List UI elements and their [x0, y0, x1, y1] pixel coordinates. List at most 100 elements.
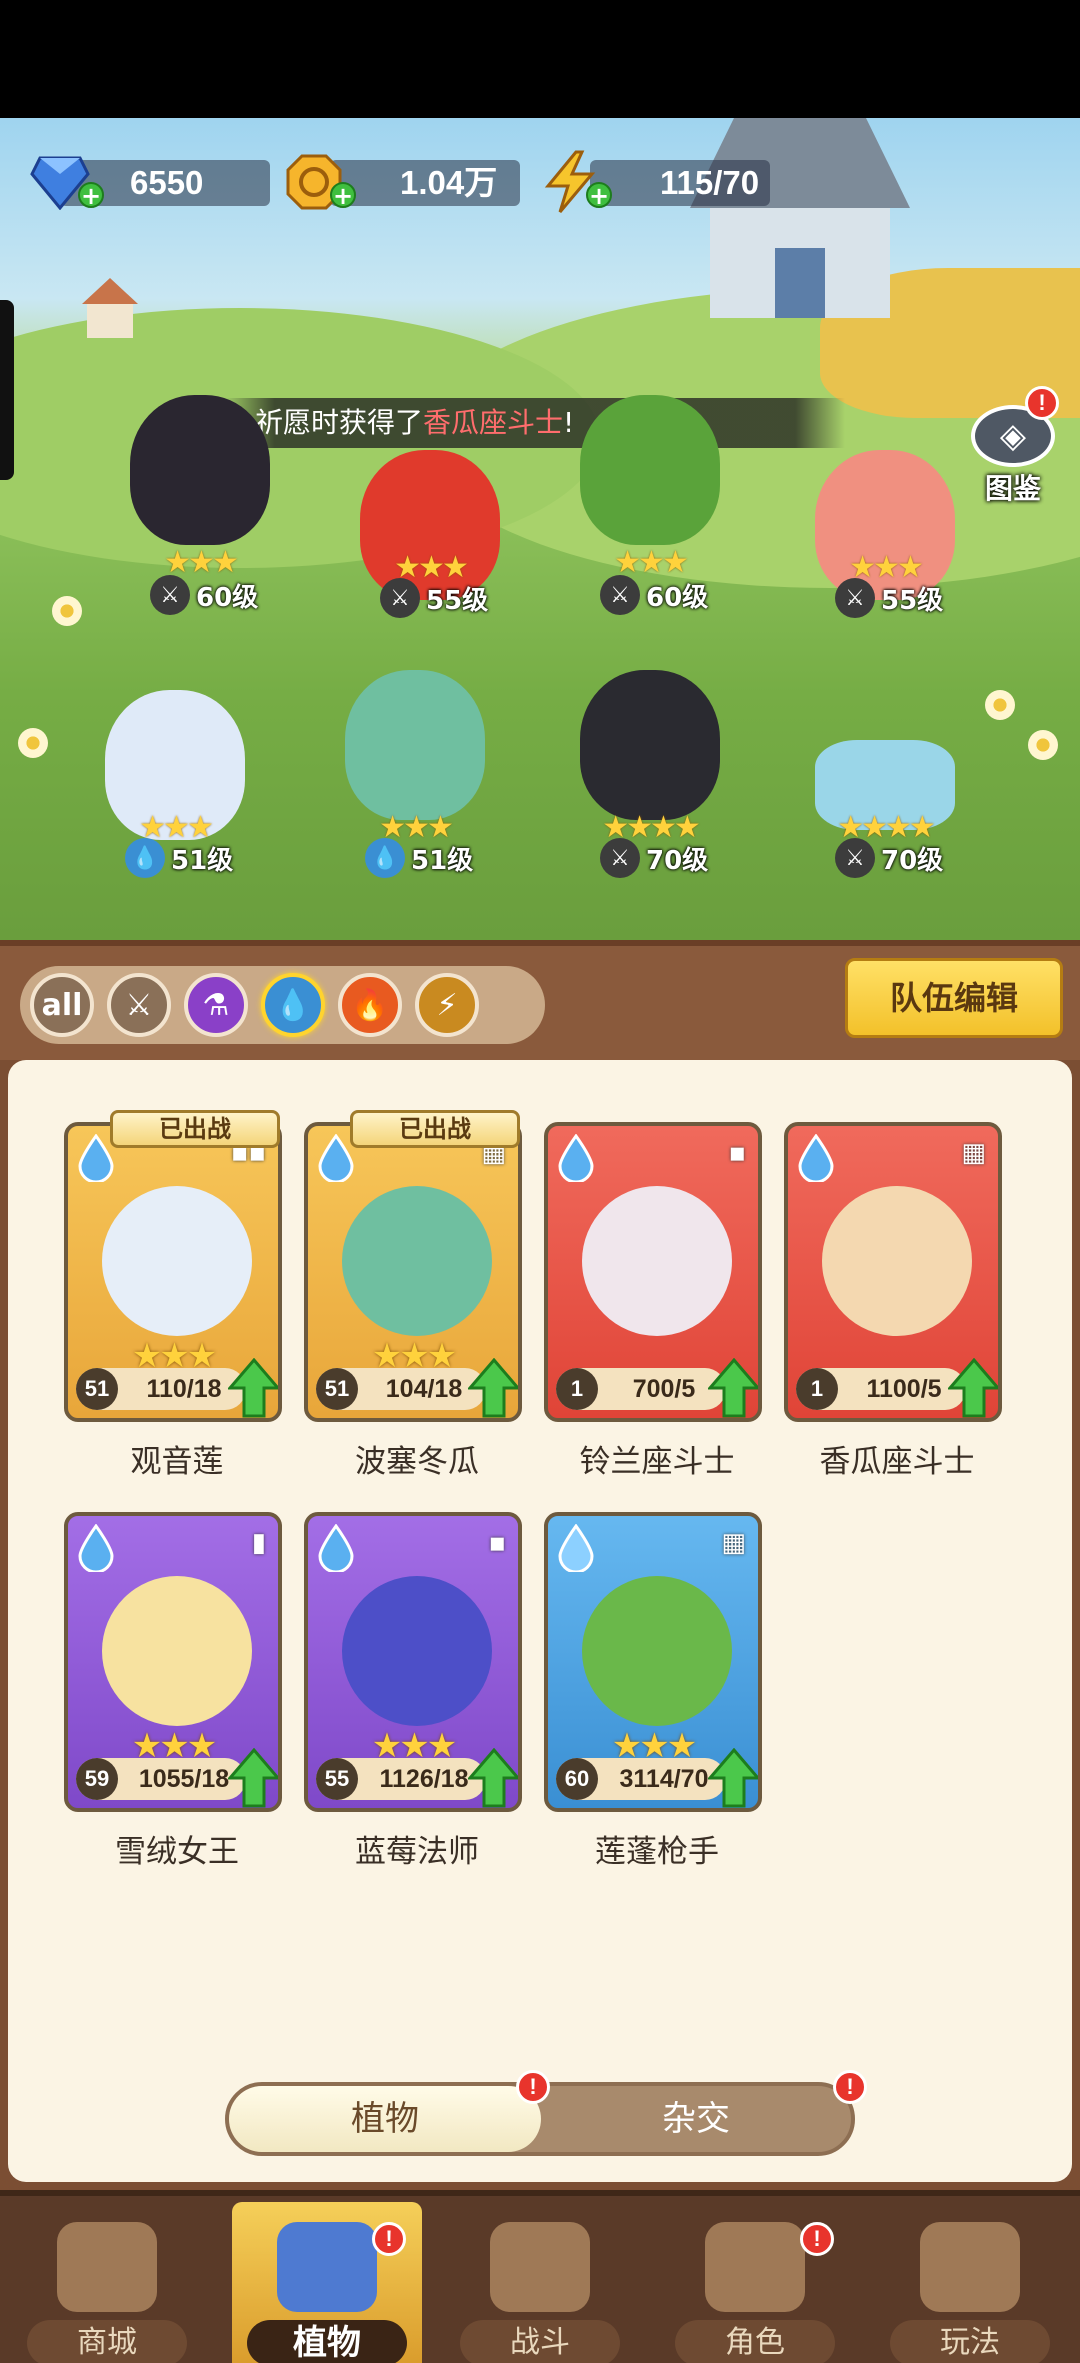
sword-icon: ⚔	[150, 575, 190, 615]
nav-label: 植物	[247, 2320, 407, 2363]
slot-icon: ▦	[721, 1528, 746, 1558]
upgrade-arrow-icon[interactable]	[466, 1747, 518, 1808]
water-drop-icon: 💧	[274, 987, 312, 1023]
nav-label: 商城	[27, 2320, 187, 2363]
progress-bar: 51 110/18	[76, 1368, 246, 1410]
coin-value: 1.04万	[400, 164, 498, 201]
progress-bar: 1 1100/5	[796, 1368, 966, 1410]
plant-card[interactable]: ▪ ★★★ 55 1126/18	[304, 1512, 522, 1812]
filter-lightning[interactable]: ⚡	[415, 973, 479, 1037]
upgrade-arrow-icon[interactable]	[706, 1357, 758, 1418]
plant-fragments: 110/18	[146, 1375, 222, 1403]
plant-level: 51	[76, 1368, 118, 1410]
field-unit[interactable]: ★★★ 💧 51级	[70, 680, 280, 910]
hybrid-tab-badge: !	[833, 2070, 867, 2104]
plant-fragments: 700/5	[632, 1375, 696, 1403]
plant-portrait	[582, 1576, 732, 1726]
all-icon: all	[41, 987, 83, 1023]
nav-battle[interactable]: 战斗	[445, 2202, 635, 2363]
progress-bar: 60 3114/70	[556, 1758, 726, 1800]
plant-portrait	[822, 1186, 972, 1336]
unit-level: 51级	[411, 845, 474, 876]
side-handle[interactable]	[0, 300, 14, 480]
filter-water[interactable]: 💧	[261, 973, 325, 1037]
plant-level: 60	[556, 1758, 598, 1800]
bottom-nav: 商城 植物 ! 战斗 角色 ! 玩法	[0, 2190, 1080, 2363]
add-coin-button[interactable]: +	[330, 182, 356, 208]
water-drop-icon: 💧	[125, 838, 165, 878]
sword-icon: ⚔	[835, 838, 875, 878]
shed	[82, 278, 138, 338]
field-unit[interactable]: ★★★ ⚔ 55级	[780, 440, 990, 670]
field-unit[interactable]: ★★★★ ⚔ 70级	[545, 660, 755, 890]
upgrade-arrow-icon[interactable]	[706, 1747, 758, 1808]
add-energy-button[interactable]: +	[586, 182, 612, 208]
field-unit[interactable]: ★★★ 💧 51级	[310, 660, 520, 890]
plant-card[interactable]: ▪▪ ★★★ 51 110/18	[64, 1122, 282, 1422]
unit-level: 55级	[881, 585, 944, 616]
flower	[18, 728, 48, 758]
plant-name: 香瓜座斗士	[819, 1444, 975, 1480]
plant-card[interactable]: ▦ ★★★ 51 104/18	[304, 1122, 522, 1422]
energy-counter[interactable]: 115/70	[590, 160, 770, 206]
water-drop-icon	[556, 1523, 596, 1574]
plant-name: 雪绒女王	[115, 1834, 239, 1870]
filter-all[interactable]: all	[30, 973, 94, 1037]
battle-icon	[490, 2222, 590, 2312]
plant-card[interactable]: ▪ 1 700/5	[544, 1122, 762, 1422]
field-unit[interactable]: ★★★ ⚔ 60级	[545, 385, 755, 615]
energy-value: 115/70	[660, 164, 760, 201]
field-unit[interactable]: ★★★ ⚔ 55级	[325, 440, 535, 670]
element-filter: all ⚔ ⚗ 💧 🔥 ⚡	[20, 966, 545, 1044]
plant-portrait	[342, 1576, 492, 1726]
nav-gameplay[interactable]: 玩法	[875, 2202, 1065, 2363]
upgrade-arrow-icon[interactable]	[226, 1357, 278, 1418]
nav-label: 战斗	[460, 2320, 620, 2363]
field-unit[interactable]: ★★★★ ⚔ 70级	[780, 660, 990, 890]
flower	[52, 596, 82, 626]
upgrade-arrow-icon[interactable]	[946, 1357, 998, 1418]
unit-sprite	[130, 395, 270, 545]
nav-label: 角色	[675, 2320, 835, 2363]
plant-fragments: 3114/70	[619, 1765, 709, 1793]
upgrade-arrow-icon[interactable]	[466, 1357, 518, 1418]
water-drop-icon	[556, 1133, 596, 1184]
nav-shop[interactable]: 商城	[12, 2202, 202, 2363]
plant-level: 55	[316, 1758, 358, 1800]
unit-level: 60级	[646, 582, 709, 613]
sword-icon: ⚔	[380, 578, 420, 618]
plant-card[interactable]: ▦ ★★★ 60 3114/70	[544, 1512, 762, 1812]
tab-hybrid[interactable]: 杂交	[541, 2086, 851, 2152]
fire-icon: 🔥	[351, 987, 389, 1023]
unit-sprite	[580, 670, 720, 820]
flower	[1028, 730, 1058, 760]
atlas-badge: !	[1025, 386, 1059, 420]
progress-bar: 51 104/18	[316, 1368, 486, 1410]
slot-icon: ▦	[961, 1138, 986, 1168]
notice-highlight: 香瓜座斗士	[423, 406, 564, 439]
filter-potion[interactable]: ⚗	[184, 973, 248, 1037]
nav-character[interactable]: 角色 !	[660, 2202, 850, 2363]
gem-value: 6550	[130, 164, 204, 201]
nav-plants[interactable]: 植物 !	[232, 2202, 422, 2363]
plant-name: 铃兰座斗士	[579, 1444, 735, 1480]
tab-plant[interactable]: 植物	[229, 2086, 541, 2152]
nav-badge: !	[800, 2222, 834, 2256]
field-unit[interactable]: ★★★ ⚔ 60级	[95, 385, 305, 615]
plant-level: 51	[316, 1368, 358, 1410]
filter-sword[interactable]: ⚔	[107, 973, 171, 1037]
plant-name: 波塞冬瓜	[355, 1444, 479, 1480]
coin-counter[interactable]: 1.04万	[330, 160, 520, 206]
plant-card[interactable]: ▮ ★★★ 59 1055/18	[64, 1512, 282, 1812]
upgrade-arrow-icon[interactable]	[226, 1747, 278, 1808]
plant-portrait	[582, 1186, 732, 1336]
water-drop-icon: 💧	[365, 838, 405, 878]
add-gem-button[interactable]: +	[78, 182, 104, 208]
unit-level: 55级	[426, 585, 489, 616]
plant-card[interactable]: ▦ 1 1100/5	[784, 1122, 1002, 1422]
unit-level: 60级	[196, 582, 259, 613]
filter-fire[interactable]: 🔥	[338, 973, 402, 1037]
team-edit-button[interactable]: 队伍编辑	[845, 958, 1063, 1038]
potion-icon: ⚗	[202, 987, 230, 1023]
plant-name: 莲蓬枪手	[595, 1834, 719, 1870]
